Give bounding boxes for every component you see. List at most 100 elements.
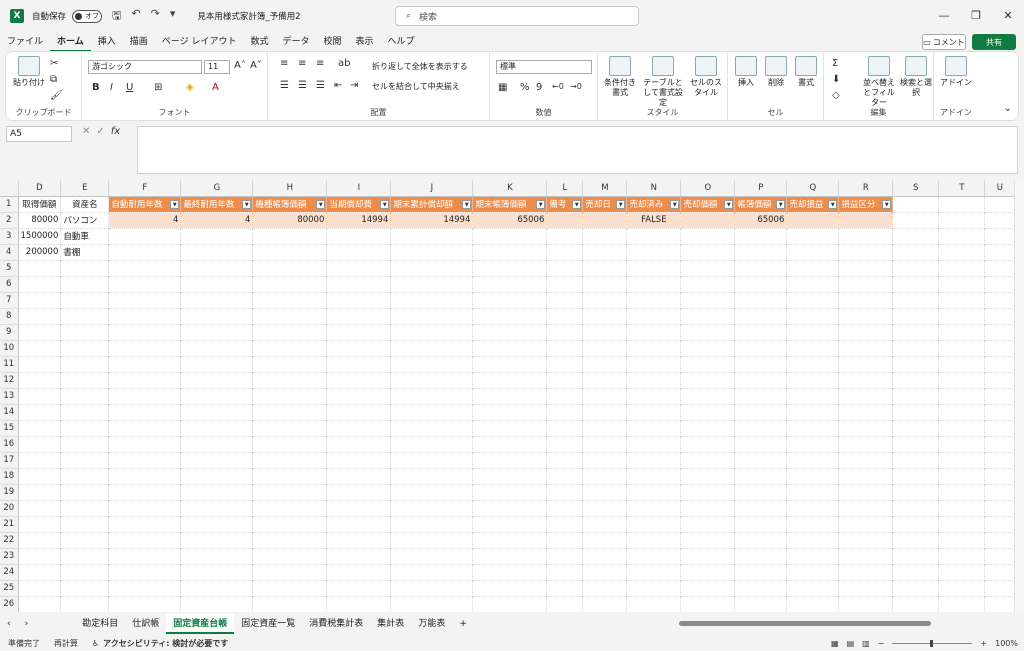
cell[interactable] [838, 532, 894, 549]
cell[interactable] [326, 340, 392, 357]
collapse-ribbon-icon[interactable]: ⌄ [1004, 103, 1012, 114]
column-header[interactable]: Q [786, 180, 840, 197]
sheet-tab-0[interactable]: 勘定科目 [75, 614, 125, 634]
cell[interactable] [472, 468, 548, 485]
cell[interactable] [938, 516, 986, 533]
cell[interactable] [546, 340, 584, 357]
cell[interactable] [626, 308, 682, 325]
cell[interactable] [892, 548, 940, 565]
cell[interactable] [892, 516, 940, 533]
cell[interactable] [626, 564, 682, 581]
cell[interactable] [984, 436, 1016, 453]
cell[interactable] [892, 596, 940, 612]
row-header[interactable]: 6 [0, 276, 19, 293]
cell[interactable] [108, 244, 182, 261]
ribbon-tab-8[interactable]: 表示 [349, 32, 381, 52]
cell[interactable] [984, 484, 1016, 501]
header-cell[interactable]: 売却損益 ▼ [786, 196, 840, 213]
sheet-tab-1[interactable]: 仕訳帳 [125, 614, 166, 634]
cell[interactable]: FALSE [626, 212, 682, 229]
cell[interactable] [108, 468, 182, 485]
row-header[interactable]: 13 [0, 388, 19, 405]
cell[interactable] [546, 308, 584, 325]
cell[interactable] [326, 260, 392, 277]
row-header[interactable]: 10 [0, 340, 19, 357]
cell[interactable] [582, 276, 628, 293]
cell[interactable] [838, 404, 894, 421]
cell[interactable] [390, 388, 474, 405]
cell[interactable] [938, 388, 986, 405]
cell[interactable] [838, 372, 894, 389]
cell[interactable] [626, 372, 682, 389]
cell[interactable] [626, 244, 682, 261]
zoom-level[interactable]: 100% [995, 639, 1018, 648]
cell[interactable] [60, 276, 110, 293]
cell[interactable] [786, 500, 840, 517]
cell[interactable] [786, 468, 840, 485]
horizontal-scroll-thumb[interactable] [679, 621, 931, 626]
cell[interactable] [626, 436, 682, 453]
cell[interactable] [734, 468, 788, 485]
cell[interactable] [938, 212, 986, 229]
cell[interactable] [326, 404, 392, 421]
cell[interactable] [984, 580, 1016, 597]
row-header[interactable]: 19 [0, 484, 19, 501]
cell[interactable] [390, 340, 474, 357]
insert-cells-button[interactable]: 挿入 [732, 56, 760, 88]
copy-icon[interactable]: ⧉ [50, 74, 57, 85]
cell[interactable] [938, 228, 986, 245]
filter-dropdown-icon[interactable]: ▼ [242, 199, 252, 209]
cell[interactable] [472, 388, 548, 405]
cell[interactable] [838, 420, 894, 437]
cell[interactable] [938, 596, 986, 612]
cell[interactable] [390, 500, 474, 517]
row-header[interactable]: 9 [0, 324, 19, 341]
cell[interactable] [838, 228, 894, 245]
cell[interactable] [984, 548, 1016, 565]
cell[interactable] [472, 228, 548, 245]
cell[interactable] [108, 404, 182, 421]
cell[interactable] [838, 292, 894, 309]
cell[interactable] [326, 532, 392, 549]
cell[interactable] [680, 596, 736, 612]
cell[interactable] [938, 532, 986, 549]
cell[interactable] [472, 436, 548, 453]
cell[interactable] [984, 244, 1016, 261]
delete-cells-button[interactable]: 削除 [762, 56, 790, 88]
cell[interactable] [582, 468, 628, 485]
cell[interactable] [472, 564, 548, 581]
cell[interactable] [326, 452, 392, 469]
shrink-font-icon[interactable]: A˅ [250, 60, 262, 71]
cell[interactable]: 200000 [18, 244, 62, 261]
cell[interactable] [326, 372, 392, 389]
cell[interactable] [680, 356, 736, 373]
cell[interactable] [180, 228, 254, 245]
cell[interactable] [60, 452, 110, 469]
cell[interactable] [60, 404, 110, 421]
autosum-icon[interactable]: Σ [832, 58, 838, 69]
cell[interactable] [582, 244, 628, 261]
cell[interactable] [680, 340, 736, 357]
filter-dropdown-icon[interactable]: ▼ [882, 199, 892, 209]
cell[interactable] [582, 404, 628, 421]
cell[interactable] [252, 532, 328, 549]
cell[interactable] [472, 260, 548, 277]
cell[interactable] [984, 340, 1016, 357]
cell[interactable] [180, 324, 254, 341]
cell[interactable] [180, 580, 254, 597]
ribbon-tab-9[interactable]: ヘルプ [381, 32, 422, 52]
cell[interactable] [18, 324, 62, 341]
normal-view-icon[interactable]: ▦ [831, 639, 839, 648]
cell[interactable]: 4 [108, 212, 182, 229]
find-select-button[interactable]: 検索と選択 [900, 56, 932, 98]
cell[interactable] [18, 468, 62, 485]
cell[interactable] [582, 580, 628, 597]
cell[interactable] [582, 260, 628, 277]
header-cell[interactable]: 期末累計償却額 ▼ [390, 196, 474, 213]
column-header[interactable]: F [108, 180, 182, 197]
cell[interactable] [734, 340, 788, 357]
close-icon[interactable]: ✕ [992, 0, 1024, 32]
save-icon[interactable]: 🖫 [112, 7, 121, 26]
cell[interactable] [326, 580, 392, 597]
cell[interactable] [60, 340, 110, 357]
